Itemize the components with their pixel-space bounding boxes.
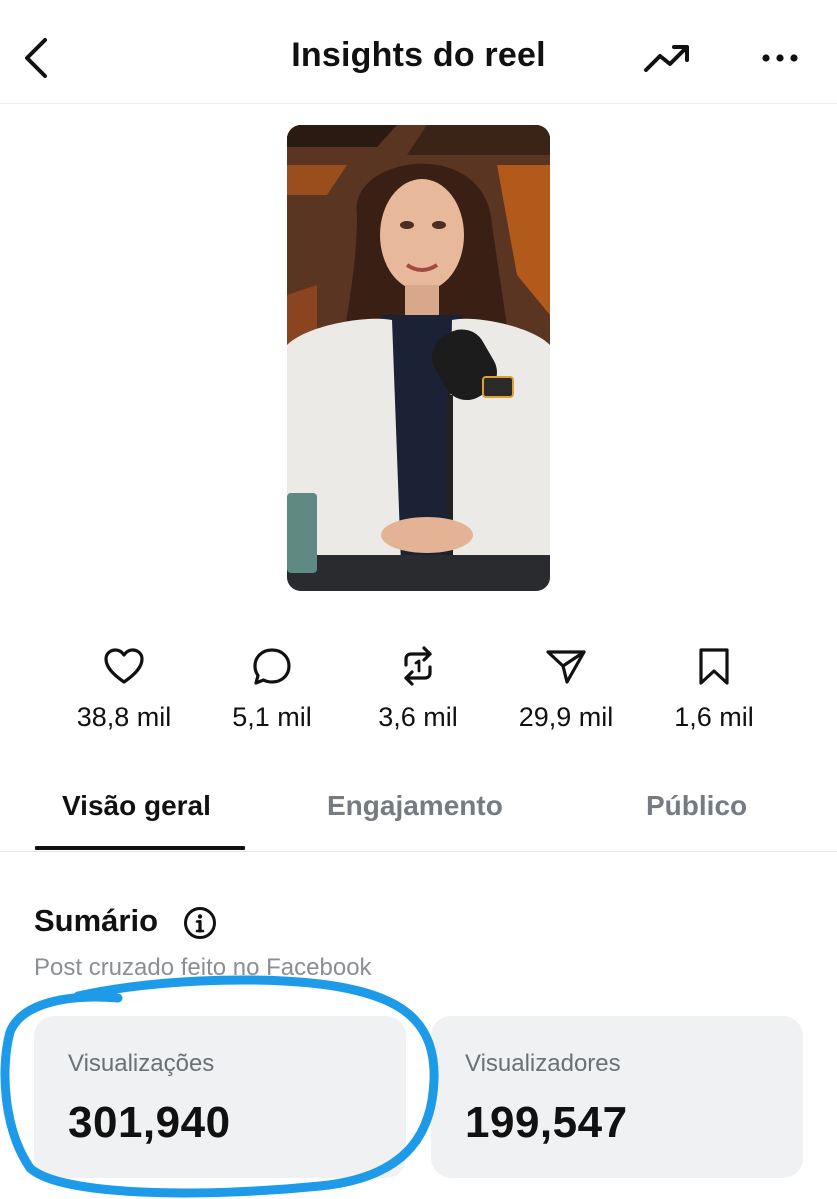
viewers-value: 199,547 xyxy=(465,1098,628,1147)
bookmark-icon xyxy=(699,648,729,685)
shares-count: 29,9 mil xyxy=(518,702,614,732)
active-tab-indicator xyxy=(35,846,245,850)
info-icon xyxy=(184,907,216,939)
more-horizontal-icon xyxy=(762,54,798,62)
summary-title: Sumário xyxy=(34,903,159,938)
more-options-button[interactable] xyxy=(752,36,808,80)
stat-likes: 38,8 mil xyxy=(44,640,204,733)
comment-icon xyxy=(253,648,291,685)
share-icon xyxy=(546,650,586,684)
reposts-count: 3,6 mil xyxy=(378,702,458,732)
stat-shares: 29,9 mil xyxy=(486,640,646,733)
tab-engagement[interactable]: Engajamento xyxy=(327,790,503,822)
summary-subtitle: Post cruzado feito no Facebook xyxy=(34,954,372,981)
tab-audience[interactable]: Público xyxy=(646,790,747,822)
comments-count: 5,1 mil xyxy=(232,702,312,732)
tab-overview[interactable]: Visão geral xyxy=(62,790,211,822)
engagement-stats: 38,8 mil 5,1 mil 3,6 mil 29,9 mil 1,6 mi… xyxy=(0,640,837,750)
stat-comments: 5,1 mil xyxy=(192,640,352,733)
repost-icon xyxy=(404,646,432,686)
stat-reposts: 3,6 mil xyxy=(338,640,498,733)
heart-icon xyxy=(104,648,144,684)
top-bar: Insights do reel xyxy=(0,0,837,104)
insights-tabs: Visão geral Engajamento Público xyxy=(0,770,837,852)
viewers-card[interactable]: Visualizadores 199,547 xyxy=(431,1016,803,1178)
stat-saves: 1,6 mil xyxy=(634,640,794,733)
views-value: 301,940 xyxy=(68,1098,231,1147)
summary-info-button[interactable] xyxy=(183,906,217,940)
trending-up-icon xyxy=(644,45,689,72)
viewers-label: Visualizadores xyxy=(465,1050,621,1077)
trending-button[interactable] xyxy=(638,36,696,80)
views-label: Visualizações xyxy=(68,1050,215,1077)
reel-insights-screen: Insights do reel 38,8 mil 5,1 mil 3,6 mi… xyxy=(0,0,837,1199)
views-card[interactable]: Visualizações 301,940 xyxy=(34,1016,406,1178)
reel-thumbnail-image xyxy=(287,125,550,591)
page-title: Insights do reel xyxy=(291,36,546,74)
reel-thumbnail[interactable] xyxy=(287,125,550,591)
saves-count: 1,6 mil xyxy=(674,702,754,732)
likes-count: 38,8 mil xyxy=(76,702,172,732)
